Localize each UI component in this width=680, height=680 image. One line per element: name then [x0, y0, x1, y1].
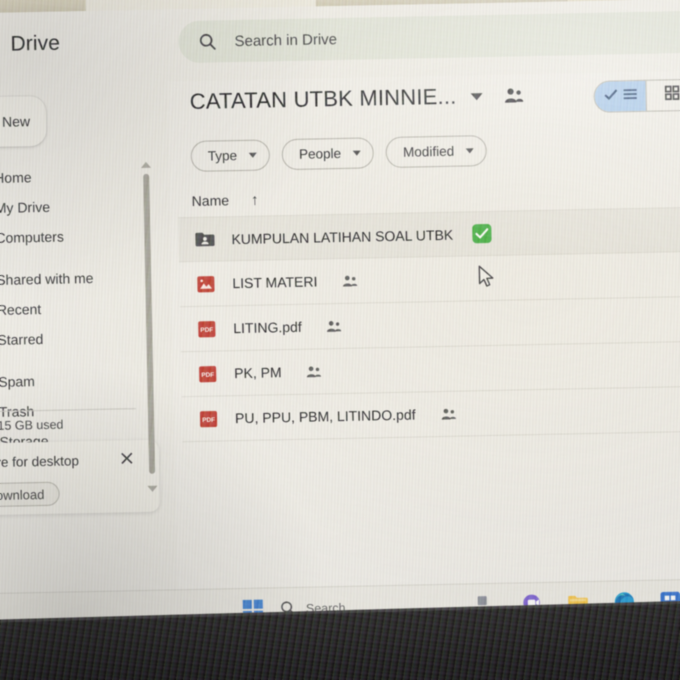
drive-brand[interactable]: Drive	[0, 32, 60, 58]
shared-folder-icon	[194, 229, 215, 250]
filter-chip-label: Modified	[402, 143, 455, 160]
filter-chip-type[interactable]: Type	[190, 139, 271, 172]
svg-text:PDF: PDF	[200, 326, 213, 333]
people-shared-icon[interactable]	[502, 85, 524, 105]
filter-chip-people[interactable]: People	[281, 137, 375, 171]
grid-view-icon	[664, 85, 679, 105]
check-icon	[603, 87, 618, 105]
file-name: PK, PM	[234, 364, 282, 382]
green-check-badge	[471, 223, 492, 244]
laptop-screen: Drive Search in Drive New Home My Drive …	[0, 0, 680, 652]
drive-sidebar: New Home My Drive Computers Shared with …	[0, 81, 177, 593]
drive-main-content: CATATAN UTBK MINNIE... Type People Modif…	[167, 70, 680, 590]
shared-people-icon	[305, 364, 322, 378]
column-header-row: Name ↑	[192, 191, 259, 209]
table-row[interactable]: PDF PU, PPU, PBM, LITINDO.pdf	[181, 386, 680, 443]
scroll-down-arrow-icon[interactable]	[147, 485, 158, 492]
sidebar-item-label: Shared with me	[0, 269, 94, 288]
photo-of-laptop-screen: Drive Search in Drive New Home My Drive …	[0, 0, 680, 680]
shared-people-icon	[326, 319, 343, 333]
svg-text:PDF: PDF	[202, 416, 215, 423]
chevron-down-icon	[249, 152, 258, 158]
sort-ascending-icon[interactable]: ↑	[251, 191, 259, 208]
filter-chip-label: People	[298, 145, 342, 162]
page-title[interactable]: CATATAN UTBK MINNIE...	[189, 84, 456, 115]
search-icon	[198, 32, 216, 50]
breadcrumb: CATATAN UTBK MINNIE...	[189, 82, 524, 115]
sidebar-item-label: Computers	[0, 228, 65, 246]
new-button[interactable]: New	[0, 95, 47, 148]
file-name: LITING.pdf	[233, 318, 302, 337]
sidebar-item-label: Home	[0, 169, 32, 186]
sidebar-item-label: My Drive	[0, 198, 51, 216]
shared-people-icon	[341, 274, 358, 288]
close-icon[interactable]	[119, 450, 135, 466]
list-view-icon	[622, 87, 637, 105]
file-name: KUMPULAN LATIHAN SOAL UTBK	[231, 226, 454, 247]
mouse-pointer-icon	[478, 265, 496, 289]
sidebar-item-label: Recent	[0, 301, 42, 318]
list-view-button[interactable]	[594, 80, 646, 112]
search-input[interactable]: Search in Drive	[178, 9, 680, 64]
chevron-down-icon[interactable]	[470, 92, 483, 100]
scroll-up-arrow-icon[interactable]	[140, 161, 152, 168]
pdf-file-icon: PDF	[198, 408, 219, 429]
download-button[interactable]: Download	[0, 481, 60, 508]
pdf-file-icon: PDF	[196, 318, 217, 339]
scrollbar-thumb[interactable]	[143, 173, 156, 474]
shared-people-icon	[439, 407, 456, 421]
search-placeholder: Search in Drive	[234, 30, 338, 50]
column-header-name[interactable]: Name	[192, 192, 230, 209]
file-name: PU, PPU, PBM, LITINDO.pdf	[234, 406, 416, 427]
sidebar-item-label: Starred	[0, 330, 44, 348]
filter-chip-label: Type	[207, 148, 238, 164]
file-list: KUMPULAN LATIHAN SOAL UTBK LIST MATERI P…	[178, 206, 680, 443]
grid-view-button[interactable]	[645, 79, 680, 111]
filter-chip-modified[interactable]: Modified	[385, 135, 488, 169]
google-drive-app: Drive Search in Drive New Home My Drive …	[0, 0, 680, 594]
promo-title: Drive for desktop	[0, 453, 80, 471]
file-name: LIST MATERI	[232, 273, 318, 292]
image-file-icon	[195, 273, 216, 294]
drive-brand-name: Drive	[10, 31, 61, 56]
view-toggle[interactable]	[593, 78, 680, 113]
filter-chips: Type People Modified	[190, 135, 488, 172]
svg-text:PDF: PDF	[201, 371, 214, 378]
drive-triangle-logo	[0, 33, 3, 58]
chevron-down-icon	[466, 148, 475, 154]
pdf-file-icon: PDF	[197, 363, 218, 384]
chevron-down-icon	[353, 150, 362, 156]
drive-for-desktop-promo: Drive for desktop Download	[0, 439, 160, 516]
new-button-label: New	[1, 113, 31, 130]
sidebar-item-label: Spam	[0, 373, 36, 390]
storage-usage-text: bytes of 15 GB used	[0, 417, 64, 434]
